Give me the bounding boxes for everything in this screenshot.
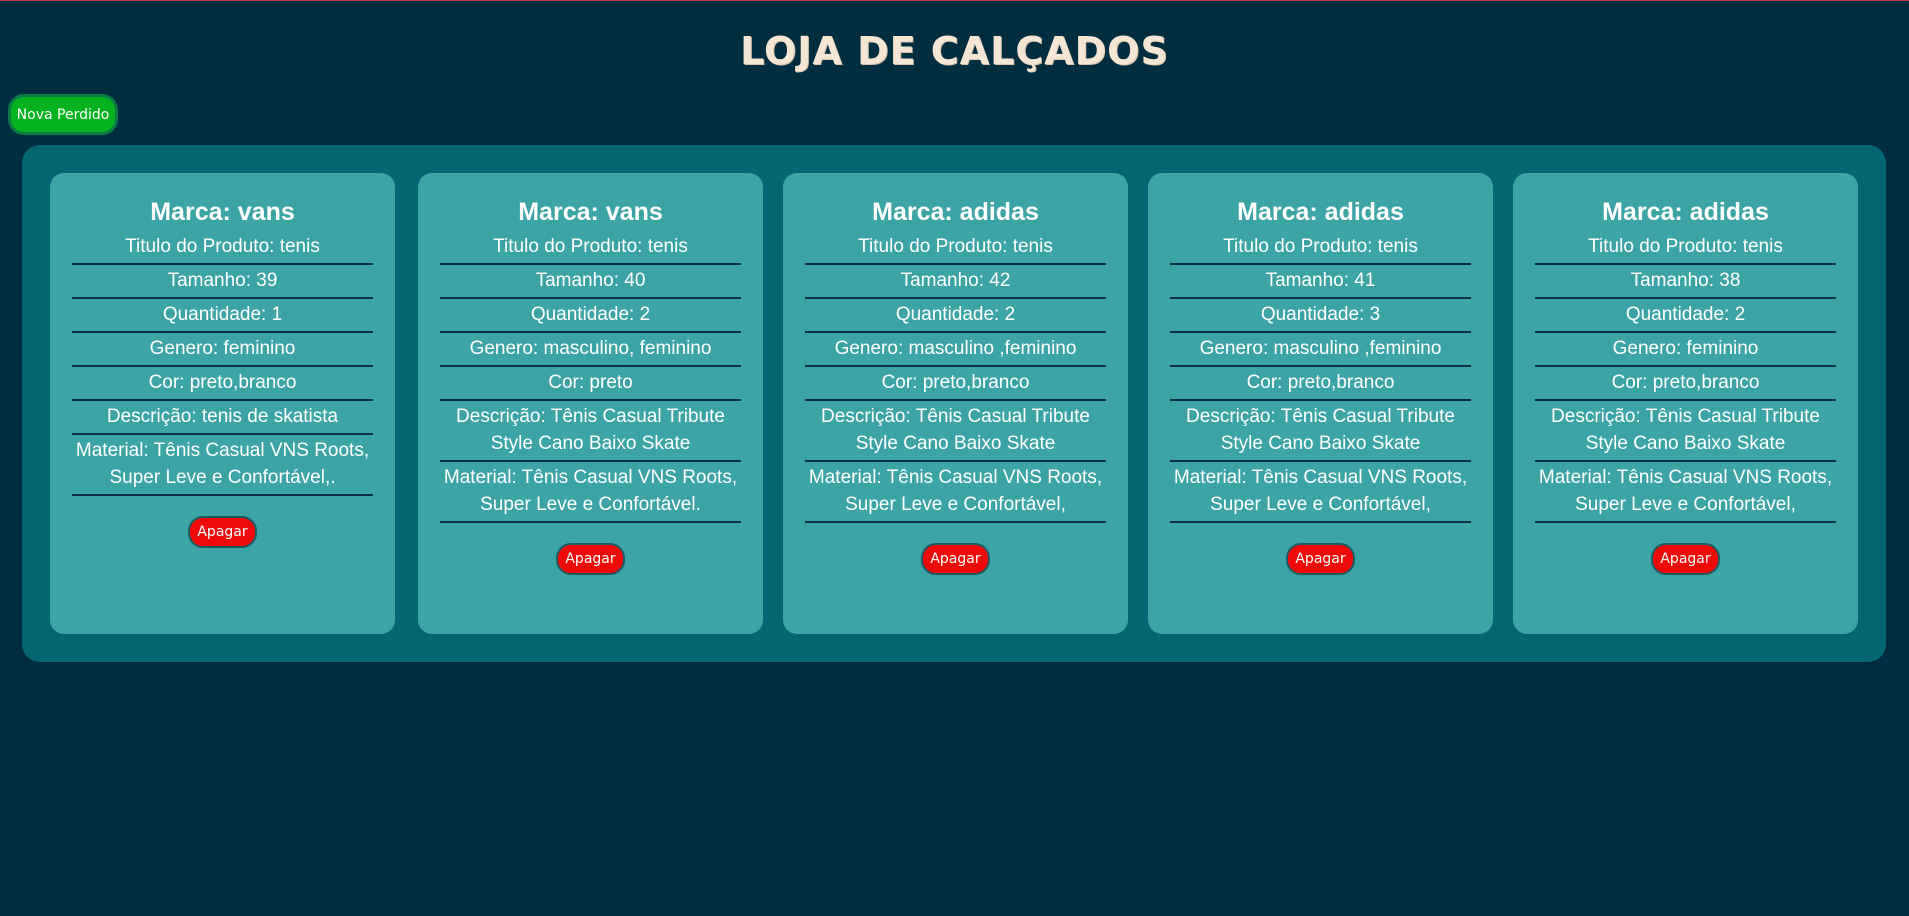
card-color: Cor: preto,branco — [805, 367, 1106, 401]
card-size: Tamanho: 40 — [440, 265, 741, 299]
product-card: Marca: adidas Titulo do Produto: tenis T… — [1513, 173, 1858, 634]
delete-button[interactable]: Apagar — [1651, 543, 1720, 575]
product-card: Marca: vans Titulo do Produto: tenis Tam… — [418, 173, 763, 634]
card-gender: Genero: feminino — [72, 333, 373, 367]
card-gender: Genero: feminino — [1535, 333, 1836, 367]
card-product-title: Titulo do Produto: tenis — [440, 231, 741, 265]
card-color: Cor: preto — [440, 367, 741, 401]
card-brand: Marca: adidas — [872, 198, 1039, 226]
card-brand: Marca: adidas — [1237, 198, 1404, 226]
card-color: Cor: preto,branco — [1170, 367, 1471, 401]
card-material: Material: Tênis Casual VNS Roots, Super … — [805, 462, 1106, 523]
card-quantity: Quantidade: 1 — [72, 299, 373, 333]
delete-button[interactable]: Apagar — [1286, 543, 1355, 575]
card-color: Cor: preto,branco — [72, 367, 373, 401]
card-gender: Genero: masculino, feminino — [440, 333, 741, 367]
card-size: Tamanho: 39 — [72, 265, 373, 299]
card-description: Descrição: Tênis Casual Tribute Style Ca… — [1170, 401, 1471, 462]
card-material: Material: Tênis Casual VNS Roots, Super … — [1170, 462, 1471, 523]
card-color: Cor: preto,branco — [1535, 367, 1836, 401]
delete-button[interactable]: Apagar — [188, 516, 257, 548]
card-product-title: Titulo do Produto: tenis — [1170, 231, 1471, 265]
card-gender: Genero: masculino ,feminino — [805, 333, 1106, 367]
card-quantity: Quantidade: 2 — [1535, 299, 1836, 333]
product-card: Marca: vans Titulo do Produto: tenis Tam… — [50, 173, 395, 634]
product-list-panel: Marca: vans Titulo do Produto: tenis Tam… — [22, 145, 1886, 662]
card-material: Material: Tênis Casual VNS Roots, Super … — [72, 435, 373, 496]
card-brand: Marca: vans — [150, 198, 295, 226]
card-quantity: Quantidade: 3 — [1170, 299, 1471, 333]
card-size: Tamanho: 38 — [1535, 265, 1836, 299]
card-product-title: Titulo do Produto: tenis — [805, 231, 1106, 265]
product-card: Marca: adidas Titulo do Produto: tenis T… — [783, 173, 1128, 634]
card-product-title: Titulo do Produto: tenis — [72, 231, 373, 265]
card-size: Tamanho: 42 — [805, 265, 1106, 299]
delete-button[interactable]: Apagar — [921, 543, 990, 575]
card-brand: Marca: adidas — [1602, 198, 1769, 226]
card-material: Material: Tênis Casual VNS Roots, Super … — [1535, 462, 1836, 523]
card-brand: Marca: vans — [518, 198, 663, 226]
card-description: Descrição: Tênis Casual Tribute Style Ca… — [1535, 401, 1836, 462]
card-gender: Genero: masculino ,feminino — [1170, 333, 1471, 367]
card-quantity: Quantidade: 2 — [440, 299, 741, 333]
product-card: Marca: adidas Titulo do Produto: tenis T… — [1148, 173, 1493, 634]
delete-button[interactable]: Apagar — [556, 543, 625, 575]
card-description: Descrição: Tênis Casual Tribute Style Ca… — [440, 401, 741, 462]
card-quantity: Quantidade: 2 — [805, 299, 1106, 333]
card-product-title: Titulo do Produto: tenis — [1535, 231, 1836, 265]
card-material: Material: Tênis Casual VNS Roots, Super … — [440, 462, 741, 523]
new-order-button[interactable]: Nova Perdido — [8, 94, 118, 135]
card-description: Descrição: Tênis Casual Tribute Style Ca… — [805, 401, 1106, 462]
page-title: LOJA DE CALÇADOS — [740, 29, 1169, 73]
card-description: Descrição: tenis de skatista — [72, 401, 373, 435]
card-size: Tamanho: 41 — [1170, 265, 1471, 299]
